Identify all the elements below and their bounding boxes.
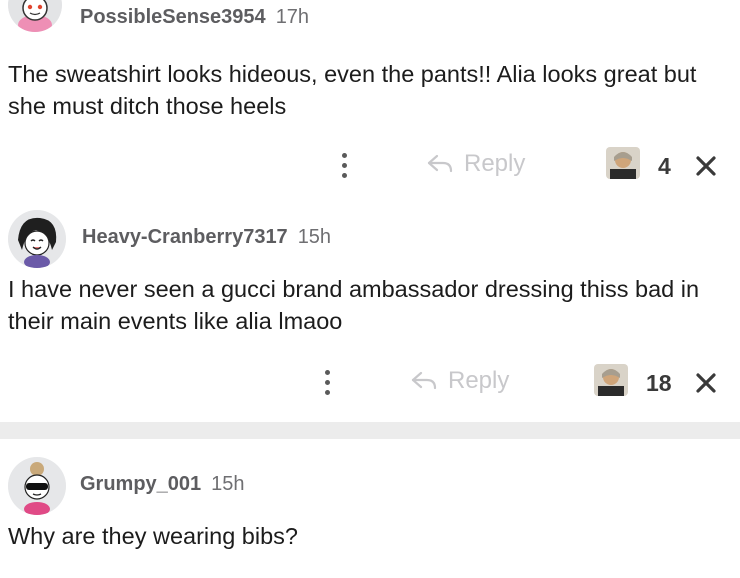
username[interactable]: PossibleSense3954 [80,6,266,29]
section-divider [0,422,740,439]
comment-body: Why are they wearing bibs? [8,523,298,549]
timestamp: 15h [297,226,332,248]
username[interactable]: Heavy-Cranberry7317 [82,226,288,249]
close-icon[interactable] [694,154,718,178]
reply-label: Reply [464,150,526,177]
avatar[interactable] [8,457,66,515]
more-options-icon[interactable] [334,145,354,185]
reply-arrow-icon [427,154,453,173]
comment: Heavy-Cranberry7317 15h I have never see… [0,200,740,422]
close-icon[interactable] [694,371,718,395]
comment: Grumpy_001 15h Why are they wearing bibs… [0,439,740,578]
comment-body: I have never seen a gucci brand ambassad… [8,276,700,334]
timestamp: 15h [211,473,245,495]
avatar[interactable] [8,210,66,268]
comment-body: The sweatshirt looks hideous, even the p… [8,61,697,119]
vote-count: 4 [658,153,671,179]
timestamp: 17h [275,6,310,28]
reply-label: Reply [448,367,510,394]
more-options-icon[interactable] [317,362,337,402]
reply-arrow-icon [411,371,437,390]
reply-button[interactable]: Reply [426,150,525,178]
award-avatar-icon [594,364,628,396]
comment: PossibleSense3954 17h The sweatshirt loo… [0,0,740,198]
username[interactable]: Grumpy_001 [80,473,201,496]
vote-count: 18 [646,370,672,396]
reply-button[interactable]: Reply [410,367,509,395]
award-avatar-icon [606,147,640,179]
avatar[interactable] [8,0,62,32]
